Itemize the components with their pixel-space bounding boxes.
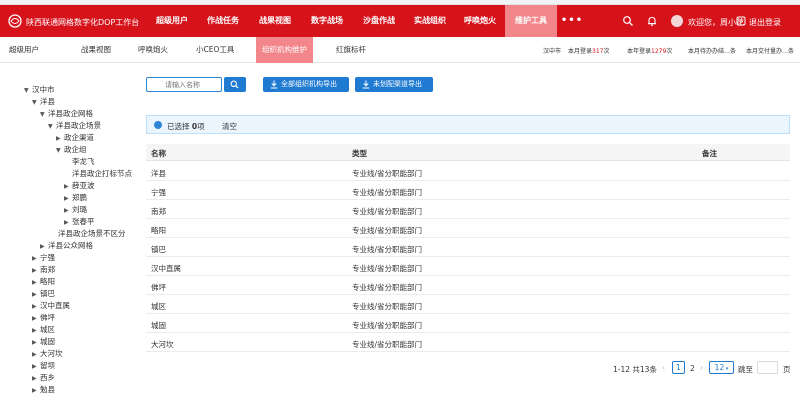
tree-node[interactable]: ▼ 汉中市 [24,84,55,96]
tab-super-user[interactable]: 超级用户 [9,37,39,63]
selection-bar: 已选择 0项 清空 [146,115,790,134]
nav-sandbox-combat[interactable]: 沙盘作战 [353,5,405,37]
tree-node[interactable]: ▶ 薛亚波 [64,180,95,192]
tree-node[interactable]: ▼ 洋县政企网格 [40,108,93,120]
tree-node[interactable]: ▶ 政企渠道 [56,132,94,144]
logout-button[interactable]: 退出登录 [749,17,781,28]
table-row[interactable]: 镇巴 专业线/省分职能部门 [146,238,790,257]
tree-node[interactable]: ▶ 张春平 [64,216,95,228]
nav-field-organization[interactable]: 实战组织 [405,5,455,37]
table-row[interactable]: 南郑 专业线/省分职能部门 [146,200,790,219]
table-row[interactable]: 大河坎 专业线/省分职能部门 [146,333,790,352]
search-icon[interactable] [622,15,634,27]
table-row[interactable]: 洋县 专业线/省分职能部门 [146,162,790,181]
table-row[interactable]: 佛坪 专业线/省分职能部门 [146,276,790,295]
prev-page-icon[interactable]: ‹ [662,363,665,372]
column-note[interactable]: 备注 [702,148,717,159]
page-1-button[interactable]: 1 [672,361,685,374]
stat-city: 汉中市 [543,48,562,55]
top-navbar: 陕西联通网格数字化DOP工作台 超级用户 作战任务 战果视图 数字战场 沙盘作战… [0,5,800,37]
table-row[interactable]: 城区 专业线/省分职能部门 [146,295,790,314]
tab-ceo-tools[interactable]: 小CEO工具 [196,37,234,63]
table-row[interactable]: 宁强 专业线/省分职能部门 [146,181,790,200]
tree-node[interactable]: ▶ 留坝 [32,360,55,372]
selection-count: 已选择 0项 [167,122,205,131]
nav-super-user[interactable]: 超级用户 [147,5,197,37]
tree-node[interactable]: ▶ 城固 [32,336,55,348]
page-unit-label: 页 [783,365,791,374]
tab-results-view[interactable]: 战果视图 [81,37,111,63]
tree-node[interactable]: ▶ 城区 [32,324,55,336]
nav-results-view[interactable]: 战果视图 [249,5,301,37]
goto-label: 跳至 [738,365,753,374]
stat-month-login: 本月登录317次 [568,48,610,55]
tree-node[interactable]: ▶ 刘璐 [64,204,87,216]
logout-icon[interactable] [736,16,746,26]
nav-maintenance-tools[interactable]: 维护工具 [505,5,557,37]
pagination-summary: 1-12 共13条 [613,365,657,374]
table-row[interactable]: 城固 专业线/省分职能部门 [146,314,790,333]
tree-node[interactable]: ▶ 汉中直属 [32,300,70,312]
tab-org-maintenance[interactable]: 组织机构维护 [256,37,313,63]
stat-month-delivered: 本月交付量办…条 [746,48,795,55]
download-icon [270,80,278,89]
column-name[interactable]: 名称 [151,148,166,159]
stat-year-login: 本年登录1279次 [627,48,673,55]
nav-digital-battlefield[interactable]: 数字战场 [301,5,353,37]
page-size-select[interactable]: 12 ▾ [709,361,734,374]
table-header: 名称 类型 备注 [146,144,790,161]
nav-call-firepower[interactable]: 呼唤炮火 [455,5,505,37]
tree-node[interactable]: 李龙飞 [64,156,95,168]
tree-node[interactable]: ▼ 洋县政企场景 [48,120,101,132]
clear-selection-button[interactable]: 清空 [222,121,237,132]
export-all-button[interactable]: 全部组织机构导出 [263,77,349,92]
unicom-logo-icon [8,14,22,28]
tree-node[interactable]: ▶ 大河坎 [32,348,63,360]
stat-month-pending: 本月待办办结…条 [688,48,737,55]
tree-node[interactable]: ▶ 佛坪 [32,312,55,324]
tree-node[interactable]: ▶ 宁强 [32,252,55,264]
nav-combat-tasks[interactable]: 作战任务 [197,5,249,37]
tree-node[interactable]: ▶ 洋县公众网格 [40,240,93,252]
tree-node[interactable]: ▶ 南郑 [32,264,55,276]
tree-node[interactable]: ▶ 略阳 [32,276,55,288]
tree-node[interactable]: ▶ 镇巴 [32,288,55,300]
search-icon [230,80,239,89]
tree-node[interactable]: 洋县政企场景不区分 [50,228,126,240]
next-page-icon[interactable]: › [700,363,703,372]
tree-node[interactable]: 洋县政企打标节点 [64,168,132,180]
search-button[interactable] [224,77,246,92]
download-icon [362,80,370,89]
export-unconfigured-button[interactable]: 未划配渠道导出 [355,77,433,92]
tree-node[interactable]: ▼ 政企组 [56,144,87,156]
table-row[interactable]: 汉中直属 专业线/省分职能部门 [146,257,790,276]
tab-red-flag[interactable]: 红旗标杆 [336,37,366,63]
goto-page-input[interactable] [757,361,778,374]
app-title: 陕西联通网格数字化DOP工作台 [26,18,140,27]
tree-node[interactable]: ▶ 西乡 [32,372,55,384]
page-2-button[interactable]: 2 [690,364,695,373]
bell-icon[interactable] [646,15,658,27]
tab-call-firepower[interactable]: 呼唤炮火 [138,37,168,63]
column-type[interactable]: 类型 [352,148,367,159]
tree-node[interactable]: ▶ 郑鹏 [64,192,87,204]
tree-node[interactable]: ▶ 勉县 [32,384,55,396]
nav-more[interactable]: ••• [557,5,587,37]
search-input[interactable] [146,77,222,92]
sub-navbar: 超级用户 战果视图 呼唤炮火 小CEO工具 组织机构维护 红旗标杆 汉中市 本月… [0,37,800,63]
info-icon [154,121,162,129]
table-row[interactable]: 略阳 专业线/省分职能部门 [146,219,790,238]
tree-node[interactable]: ▼ 洋县 [32,96,55,108]
avatar[interactable] [671,15,683,27]
